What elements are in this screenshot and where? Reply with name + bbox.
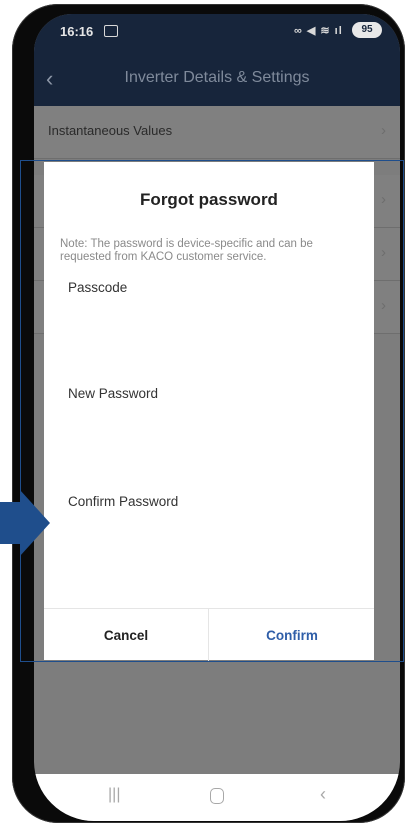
page-title: Inverter Details & Settings [124, 69, 310, 86]
chevron-right-icon: › [381, 244, 386, 261]
confirm-button[interactable]: Confirm [210, 609, 374, 661]
back-nav-icon[interactable]: ‹ [320, 784, 326, 805]
status-time: 16:16 [60, 24, 94, 39]
passcode-input[interactable] [68, 302, 354, 334]
status-bar: 16:16 ∞ ◀ ≋ ıl 95 [34, 14, 400, 50]
confirm-password-input[interactable] [68, 516, 354, 548]
system-status-icons: ∞ ◀ ≋ ıl [294, 25, 343, 37]
forgot-password-dialog: Forgot password Note: The password is de… [44, 162, 374, 661]
chevron-right-icon: › [381, 191, 386, 208]
dialog-note: Note: The password is device-specific an… [60, 238, 313, 263]
recents-icon[interactable]: ||| [108, 786, 120, 804]
system-nav-bar: ||| ‹ [34, 774, 400, 821]
confirm-password-label: Confirm Password [68, 494, 179, 509]
chevron-right-icon: › [381, 122, 386, 139]
app-header: ‹ Inverter Details & Settings [34, 50, 400, 106]
chevron-right-icon: › [381, 297, 386, 314]
list-item-label: Instantaneous Values [48, 123, 173, 138]
home-icon[interactable] [210, 788, 224, 804]
dialog-title: Forgot password [140, 190, 278, 209]
battery-icon: 95 [352, 22, 382, 38]
new-password-label: New Password [68, 386, 159, 401]
dialog-button-bar: Cancel Confirm [44, 608, 374, 661]
cancel-button[interactable]: Cancel [44, 609, 209, 661]
pointer-arrow-icon [0, 490, 50, 556]
list-item[interactable]: Instantaneous Values › [34, 106, 400, 159]
passcode-label: Passcode [68, 280, 128, 295]
gallery-icon [104, 25, 118, 37]
new-password-input[interactable] [68, 408, 354, 440]
